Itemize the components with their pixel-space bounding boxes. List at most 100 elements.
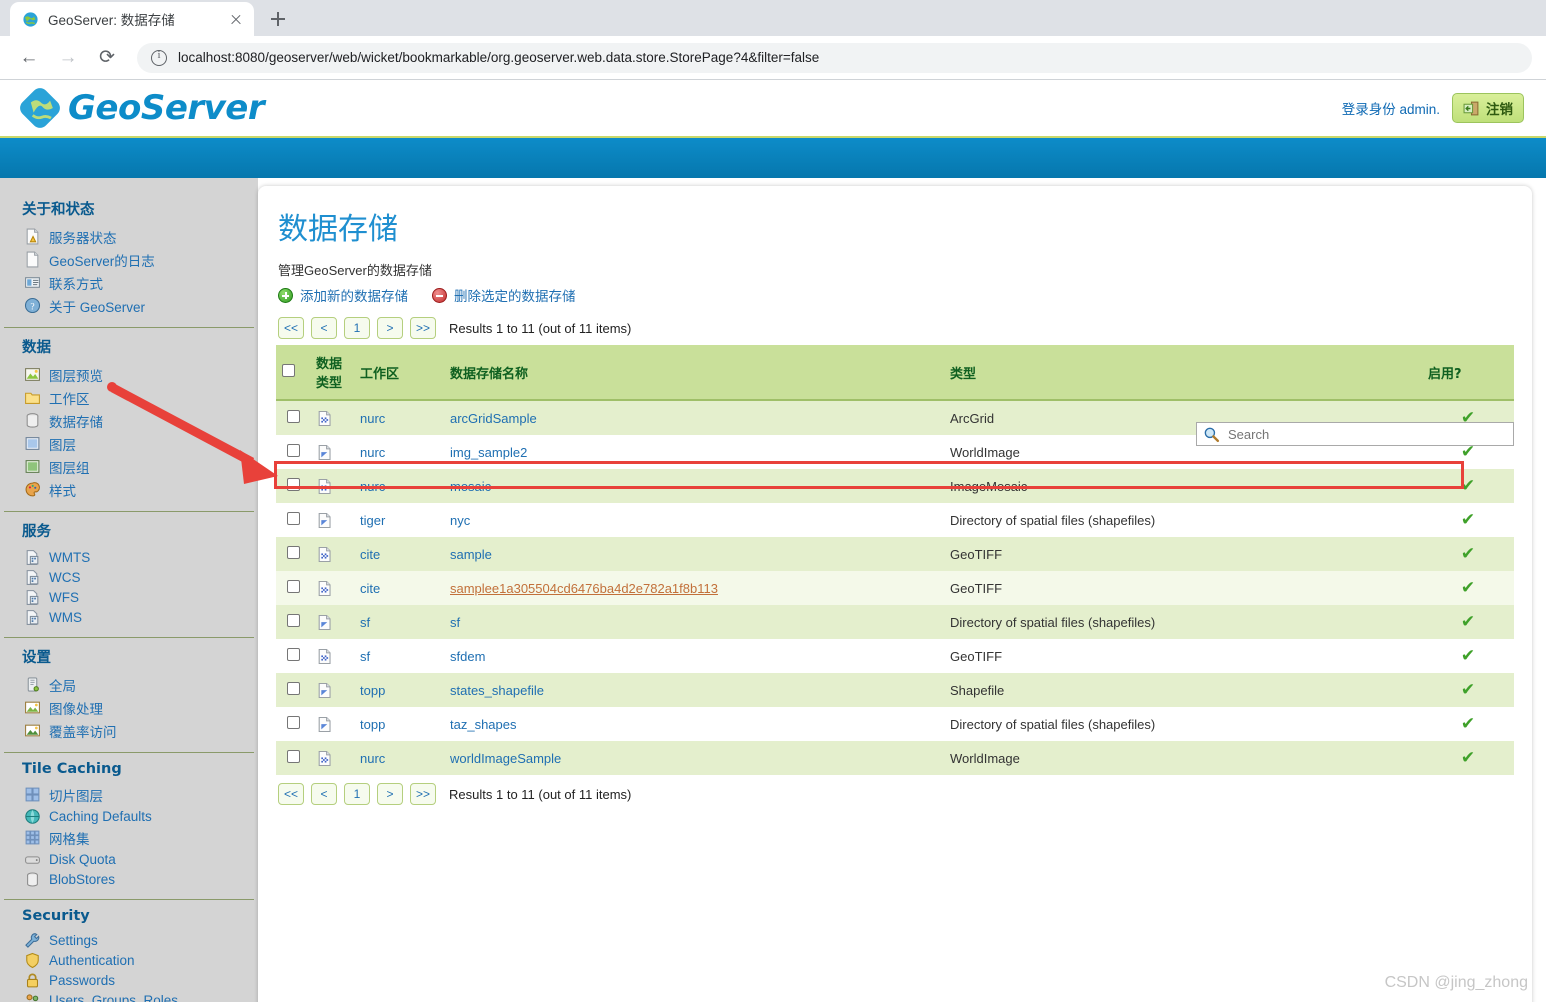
datastore-link[interactable]: nyc: [450, 513, 470, 528]
row-checkbox[interactable]: [286, 410, 300, 423]
row-checkbox[interactable]: [286, 750, 300, 763]
sidebar-item-[interactable]: 服务器状态: [14, 225, 244, 248]
workspace-link[interactable]: nurc: [360, 751, 385, 766]
column-header-storename[interactable]: 数据存储名称: [444, 345, 944, 401]
sidebar-item-[interactable]: 网格集: [14, 826, 244, 849]
row-checkbox[interactable]: [286, 478, 300, 491]
datastore-link[interactable]: taz_shapes: [450, 717, 517, 732]
row-checkbox[interactable]: [286, 580, 300, 593]
login-status-text: 登录身份 admin.: [1341, 102, 1440, 117]
row-workspace-cell: topp: [354, 673, 444, 707]
sidebar-item-[interactable]: 联系方式: [14, 271, 244, 294]
row-checkbox[interactable]: [286, 546, 300, 559]
column-header-datatype[interactable]: 数据类型: [310, 345, 354, 401]
datastore-link[interactable]: arcGridSample: [450, 411, 537, 426]
datastore-link[interactable]: sf: [450, 615, 460, 630]
remove-circle-icon: [432, 287, 447, 303]
sidebar-item-geoserver[interactable]: ? 关于 GeoServer: [14, 294, 244, 317]
page-last-button[interactable]: >>: [410, 317, 437, 339]
sidebar-item-wmts[interactable]: WMTS: [14, 547, 244, 567]
workspace-link[interactable]: sf: [360, 649, 370, 664]
sidebar-group-4: Tile Caching 切片图层 Caching Defaults 网格集 Disk …: [0, 761, 258, 889]
reload-icon[interactable]: ⟳: [92, 43, 122, 73]
service-icon: [26, 589, 39, 605]
sidebar-item-settings[interactable]: Settings: [14, 930, 244, 950]
datastore-link[interactable]: img_sample2: [450, 445, 527, 460]
column-header-enabled[interactable]: 启用?: [1422, 345, 1514, 401]
search-input[interactable]: [1226, 425, 1507, 443]
sidebar-item-caching-defaults[interactable]: Caching Defaults: [14, 806, 244, 826]
sidebar-item-blobstores[interactable]: BlobStores: [14, 869, 244, 889]
row-storename-cell: sample: [444, 537, 944, 571]
row-select-cell: [276, 673, 310, 707]
page-first-button[interactable]: <<: [278, 317, 305, 339]
workspace-link[interactable]: nurc: [360, 479, 385, 494]
browser-tab[interactable]: GeoServer: 数据存储: [10, 2, 254, 36]
workspace-link[interactable]: cite: [360, 581, 380, 596]
new-tab-button[interactable]: [264, 5, 292, 33]
row-checkbox[interactable]: [286, 716, 300, 729]
page-next-button[interactable]: >: [377, 317, 404, 339]
sidebar-item-disk-quota[interactable]: Disk Quota: [14, 849, 244, 869]
sidebar-item-[interactable]: 图层: [14, 432, 244, 455]
row-checkbox[interactable]: [286, 648, 300, 661]
page-number-button-bottom[interactable]: 1: [344, 783, 371, 805]
datastore-link[interactable]: sfdem: [450, 649, 485, 664]
page-prev-button[interactable]: <: [311, 317, 338, 339]
add-datastore-action[interactable]: 添加新的数据存储: [278, 285, 408, 305]
datastore-link[interactable]: mosaic: [450, 479, 491, 494]
row-datatype-cell: [310, 741, 354, 775]
row-kind-cell: Directory of spatial files (shapefiles): [944, 503, 1422, 537]
layer-preview-icon: [25, 368, 40, 381]
sidebar-item-users-groups-roles[interactable]: Users, Groups, Roles: [14, 990, 244, 1002]
row-checkbox[interactable]: [286, 444, 300, 457]
geoserver-logo[interactable]: GeoServer: [0, 86, 265, 130]
sidebar-item-passwords[interactable]: Passwords: [14, 970, 244, 990]
sidebar-item-[interactable]: 切片图层: [14, 783, 244, 806]
sidebar-item-wms[interactable]: WMS: [14, 607, 244, 627]
workspace-link[interactable]: topp: [360, 683, 385, 698]
close-icon[interactable]: [226, 9, 246, 29]
workspace-link[interactable]: nurc: [360, 411, 385, 426]
sidebar-item-[interactable]: 图层预览: [14, 363, 244, 386]
sidebar-item-wfs[interactable]: WFS: [14, 587, 244, 607]
page-last-button-bottom[interactable]: >>: [410, 783, 437, 805]
sidebar-item-[interactable]: 覆盖率访问: [14, 719, 244, 742]
workspace-link[interactable]: tiger: [360, 513, 385, 528]
column-header-workspace[interactable]: 工作区: [354, 345, 444, 401]
select-all-checkbox[interactable]: [282, 363, 295, 377]
remove-datastore-action[interactable]: 删除选定的数据存储: [432, 285, 576, 305]
sidebar-item-[interactable]: 全局: [14, 673, 244, 696]
url-omnibox[interactable]: localhost:8080/geoserver/web/wicket/book…: [137, 42, 1532, 73]
datastore-link[interactable]: states_shapefile: [450, 683, 544, 698]
row-checkbox[interactable]: [286, 512, 300, 525]
sidebar-item-[interactable]: 图像处理: [14, 696, 244, 719]
row-kind-cell: GeoTIFF: [944, 571, 1422, 605]
page-first-button-bottom[interactable]: <<: [278, 783, 305, 805]
sidebar-item-[interactable]: 样式: [14, 478, 244, 501]
datastore-link[interactable]: samplee1a305504cd6476ba4d2e782a1f8b113: [450, 581, 718, 596]
sidebar-item-wcs[interactable]: WCS: [14, 567, 244, 587]
sidebar-item-[interactable]: 数据存储: [14, 409, 244, 432]
datastore-link[interactable]: worldImageSample: [450, 751, 561, 766]
datastore-link[interactable]: sample: [450, 547, 492, 562]
page-next-button-bottom[interactable]: >: [377, 783, 404, 805]
logout-button[interactable]: 注销: [1452, 93, 1524, 123]
workspace-link[interactable]: topp: [360, 717, 385, 732]
workspace-link[interactable]: cite: [360, 547, 380, 562]
sidebar-item-[interactable]: 图层组: [14, 455, 244, 478]
info-circle-icon[interactable]: [151, 49, 167, 66]
page-prev-button-bottom[interactable]: <: [311, 783, 338, 805]
workspace-link[interactable]: nurc: [360, 445, 385, 460]
sidebar-item-[interactable]: 工作区: [14, 386, 244, 409]
page-number-button[interactable]: 1: [344, 317, 371, 339]
search-box[interactable]: [1196, 422, 1514, 446]
sidebar-item-geoserver[interactable]: GeoServer的日志: [14, 248, 244, 271]
table-row: sf sfdem GeoTIFF ✔: [276, 639, 1514, 673]
back-icon[interactable]: ←: [14, 43, 44, 73]
workspace-link[interactable]: sf: [360, 615, 370, 630]
column-header-kind[interactable]: 类型: [944, 345, 1422, 401]
row-checkbox[interactable]: [286, 614, 300, 627]
sidebar-item-authentication[interactable]: Authentication: [14, 950, 244, 970]
row-checkbox[interactable]: [286, 682, 300, 695]
